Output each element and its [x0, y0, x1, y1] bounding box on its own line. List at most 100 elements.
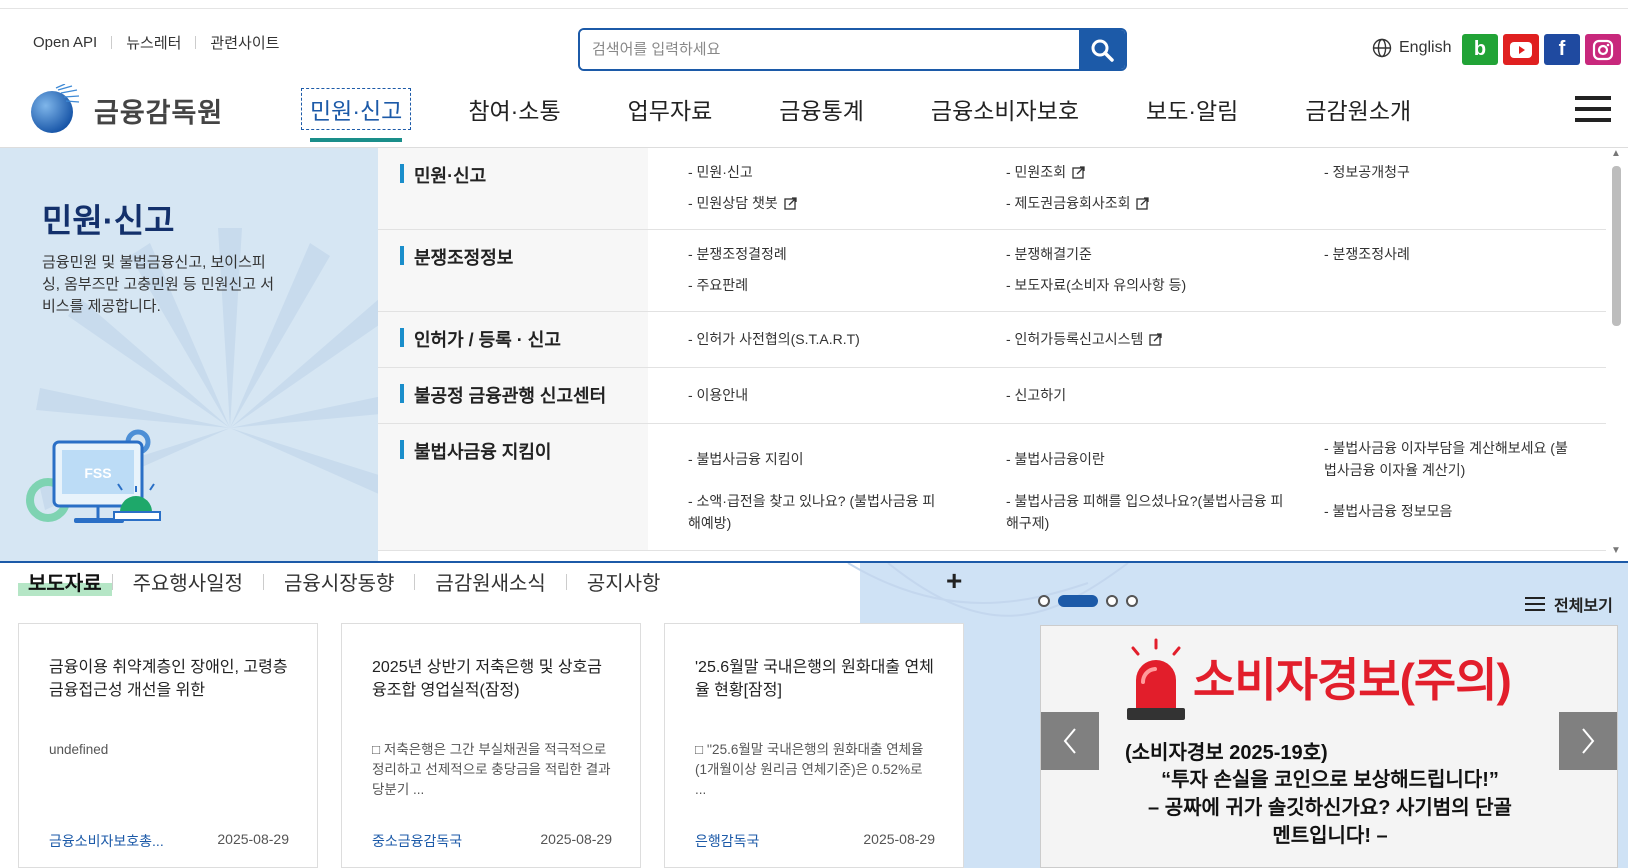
news-card-title: 2025년 상반기 저축은행 및 상호금융조합 영업실적(잠정)	[372, 659, 603, 699]
more-news-button[interactable]: +	[946, 565, 962, 597]
all-menu-button[interactable]	[1575, 96, 1611, 122]
tab-notices[interactable]: 공지사항	[567, 567, 681, 596]
menu-icon-bar	[1575, 96, 1611, 100]
mega-row-complaint: 민원·신고 - 민원·신고 - 민원조회 - 정보공개청구 - 민원상담 챗봇 …	[378, 148, 1606, 230]
facebook-icon: f	[1558, 38, 1566, 60]
news-card-dept: 은행감독국	[695, 833, 760, 849]
submenu-link[interactable]: - 민원상담 챗봇	[688, 192, 797, 214]
external-link-icon	[1149, 333, 1163, 346]
instagram-link[interactable]	[1585, 34, 1621, 65]
gnb-item-participation[interactable]: 참여·소통	[468, 92, 560, 126]
news-card-summary: undefined	[49, 742, 109, 757]
mega-category: 불법사금융 지킴이	[378, 424, 648, 550]
banner-next-button[interactable]	[1559, 712, 1617, 770]
language-label: English	[1399, 39, 1452, 56]
news-card-title: '25.6월말 국내은행의 원화대출 연체율 현황[잠정]	[695, 659, 934, 699]
submenu-link[interactable]: - 제도권금융회사조회	[1006, 192, 1150, 214]
gnb-item-consumer-protection[interactable]: 금융소비자보호	[931, 92, 1079, 126]
facebook-link[interactable]: f	[1544, 34, 1580, 65]
submenu-label: - 민원조회	[1006, 164, 1067, 180]
search-box	[578, 28, 1127, 71]
gnb-item-about[interactable]: 금감원소개	[1305, 92, 1411, 126]
category-label: 인허가 / 등록 · 신고	[400, 326, 561, 352]
open-api-link[interactable]: Open API	[33, 34, 111, 51]
banner-dot[interactable]	[1038, 595, 1050, 607]
submenu-link[interactable]: - 신고하기	[1006, 384, 1066, 406]
submenu-link[interactable]: - 소액·급전을 찾고 있나요? (불법사금융 피해예방)	[688, 490, 938, 534]
submenu-link[interactable]: - 인허가 사전협의(S.T.A.R.T)	[688, 328, 860, 350]
mega-menu-intro: 민원·신고 금융민원 및 불법금융신고, 보이스피싱, 옴부즈만 고충민원 등 …	[0, 148, 378, 561]
news-card[interactable]: '25.6월말 국내은행의 원화대출 연체율 현황[잠정] □ ''25.6월말…	[664, 623, 964, 868]
banner-dot[interactable]	[1126, 595, 1138, 607]
related-sites-link[interactable]: 관련사이트	[196, 32, 293, 53]
news-card-date: 2025-08-29	[863, 831, 935, 847]
submenu-link[interactable]: - 주요판례	[688, 274, 748, 296]
banner-prev-button[interactable]	[1041, 712, 1099, 770]
tab-market-trends[interactable]: 금융시장동향	[264, 567, 414, 596]
youtube-link[interactable]	[1503, 34, 1539, 65]
news-tabs: 보도자료 주요행사일정 금융시장동향 금감원새소식 공지사항	[18, 567, 680, 596]
submenu-link[interactable]: - 정보공개청구	[1324, 161, 1410, 183]
submenu-link[interactable]: - 민원·신고	[688, 161, 753, 183]
fss-logo-icon	[31, 84, 80, 133]
submenu-link[interactable]: - 분쟁조정사례	[1324, 243, 1410, 265]
search-input[interactable]	[580, 30, 1079, 69]
sns-links: b f	[1462, 34, 1621, 65]
home-logo-link[interactable]: 금융감독원	[28, 84, 223, 136]
submenu-link[interactable]: - 분쟁조정결정례	[688, 243, 787, 265]
news-card-summary: □ ''25.6월말 국내은행의 원화대출 연체율(1개월이상 원리금 연체기준…	[695, 742, 924, 797]
tab-fss-news[interactable]: 금감원새소식	[415, 567, 565, 596]
language-link[interactable]: English	[1372, 38, 1451, 58]
news-section: 보도자료 주요행사일정 금융시장동향 금감원새소식 공지사항 + 금융이용 취약…	[0, 563, 1628, 868]
submenu-label: - 민원·신고	[688, 164, 753, 180]
scroll-down-arrow-icon[interactable]: ▼	[1611, 545, 1621, 556]
alert-line: “투자 손실을 코인으로 보상해드립니다!”	[1161, 769, 1499, 791]
submenu-link[interactable]: - 민원조회	[1006, 161, 1085, 183]
chevron-right-icon	[1582, 728, 1595, 754]
scroll-up-arrow-icon[interactable]: ▲	[1611, 148, 1621, 159]
banner-dot[interactable]	[1106, 595, 1118, 607]
gnb-item-complaint[interactable]: 민원·신고	[301, 88, 412, 142]
instagram-icon	[1592, 39, 1614, 60]
submenu-link[interactable]: - 인허가등록신고시스템	[1006, 328, 1163, 350]
tab-event-schedule[interactable]: 주요행사일정	[113, 567, 263, 596]
alert-line: 멘트입니다! –	[1272, 825, 1388, 847]
submenu-link[interactable]: - 불법사금융 지킴이	[688, 448, 803, 470]
submenu-link[interactable]: - 불법사금융 이자부담을 계산해보세요 (불법사금융 이자율 계산기)	[1324, 437, 1574, 481]
chevron-left-icon	[1063, 728, 1076, 754]
gnb-menu: 민원·신고 참여·소통 업무자료 금융통계 금융소비자보호 보도·알림 금감원소…	[301, 70, 1411, 148]
mega-category: 분쟁조정정보	[378, 230, 648, 311]
mega-menu-title: 민원·신고	[42, 202, 175, 239]
news-card[interactable]: 2025년 상반기 저축은행 및 상호금융조합 영업실적(잠정) □ 저축은행은…	[341, 623, 641, 868]
news-card-dept: 중소금융감독국	[372, 833, 463, 849]
submenu-link[interactable]: - 불법사금융 피해를 입으셨나요?(불법사금융 피해구제)	[1006, 490, 1286, 534]
gnb-item-statistics[interactable]: 금융통계	[779, 92, 864, 126]
news-card-date: 2025-08-29	[540, 831, 612, 847]
view-all-button[interactable]: 전체보기	[1525, 592, 1613, 616]
submenu-link[interactable]: - 불법사금융이란	[1006, 448, 1105, 470]
consumer-alert-banner[interactable]: 소비자경보(주의) (소비자경보 2025-19호) “투자 손실을 코인으로 …	[1040, 625, 1618, 868]
submenu-link[interactable]: - 이용안내	[688, 384, 748, 406]
list-icon	[1525, 597, 1545, 611]
tab-press-release[interactable]: 보도자료	[18, 567, 112, 596]
news-card[interactable]: 금융이용 취약계층인 장애인, 고령층 금융접근성 개선을 위한 undefin…	[18, 623, 318, 868]
gnb-item-press[interactable]: 보도·알림	[1146, 92, 1238, 126]
submenu-label: - 인허가등록신고시스템	[1006, 331, 1144, 347]
scrollbar-thumb[interactable]	[1612, 166, 1621, 326]
news-card-dept: 금융소비자보호총...	[49, 833, 164, 849]
menu-icon-bar	[1575, 118, 1611, 122]
mega-row-illegal-finance: 불법사금융 지킴이 - 불법사금융 지킴이 - 불법사금융이란 - 불법사금융 …	[378, 424, 1606, 551]
panel-scrollbar[interactable]: ▲ ▼	[1606, 148, 1628, 561]
blog-link[interactable]: b	[1462, 34, 1498, 65]
main-navigation: 금융감독원 민원·신고 참여·소통 업무자료 금융통계 금융소비자보호 보도·알…	[0, 70, 1628, 148]
submenu-label: - 정보공개청구	[1324, 164, 1410, 180]
category-label: 분쟁조정정보	[400, 244, 513, 270]
search-button[interactable]	[1079, 30, 1125, 69]
banner-dot-active[interactable]	[1058, 595, 1098, 607]
newsletter-link[interactable]: 뉴스레터	[112, 32, 195, 53]
submenu-link[interactable]: - 보도자료(소비자 유의사항 등)	[1006, 274, 1186, 296]
gnb-item-work-data[interactable]: 업무자료	[628, 92, 713, 126]
submenu-link[interactable]: - 분쟁해결기준	[1006, 243, 1092, 265]
submenu-link[interactable]: - 불법사금융 정보모음	[1324, 500, 1452, 522]
utility-links: Open API 뉴스레터 관련사이트	[33, 32, 293, 53]
